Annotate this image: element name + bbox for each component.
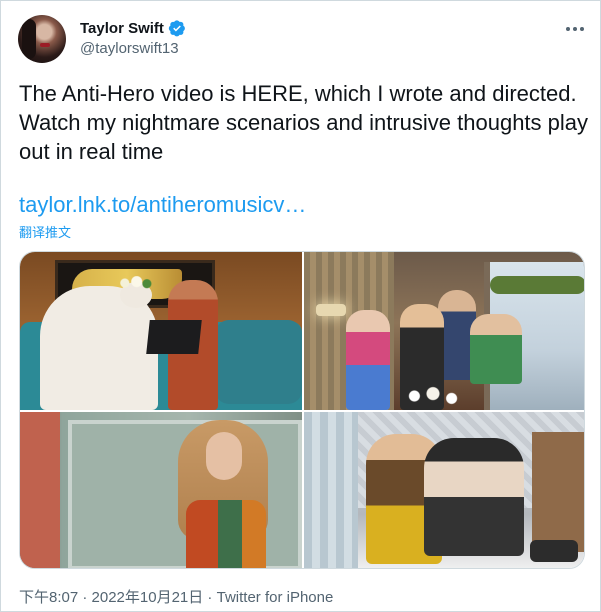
avatar[interactable] xyxy=(18,15,66,63)
tweet-source[interactable]: Twitter for iPhone xyxy=(217,589,334,606)
avatar-hair xyxy=(22,19,36,59)
media-photo-4[interactable] xyxy=(304,412,584,568)
author-name-row[interactable]: Taylor Swift xyxy=(80,19,186,37)
tweet-card: Taylor Swift @taylorswift13 The Anti-Her… xyxy=(0,0,601,612)
meta-separator: · xyxy=(203,589,217,606)
translate-tweet-button[interactable]: 翻译推文 xyxy=(19,222,71,241)
tweet-timestamp[interactable]: 下午8:07 · 2022年10月21日 xyxy=(19,589,203,606)
avatar-lip xyxy=(40,43,50,47)
author-handle[interactable]: @taylorswift13 xyxy=(80,40,179,57)
tweet-text: The Anti-Hero video is HERE, which I wro… xyxy=(19,81,589,164)
tweet-link[interactable]: taylor.lnk.to/antiheromusicv… xyxy=(19,191,306,219)
verified-badge-icon xyxy=(168,19,186,37)
more-dots-icon[interactable] xyxy=(563,19,587,39)
media-grid xyxy=(19,251,585,569)
author-display-name[interactable]: Taylor Swift xyxy=(80,20,164,37)
media-photo-2[interactable] xyxy=(304,252,584,410)
tweet-meta: 下午8:07 · 2022年10月21日 · Twitter for iPhon… xyxy=(19,586,333,607)
media-photo-3[interactable] xyxy=(20,412,302,568)
media-photo-1[interactable] xyxy=(20,252,302,410)
